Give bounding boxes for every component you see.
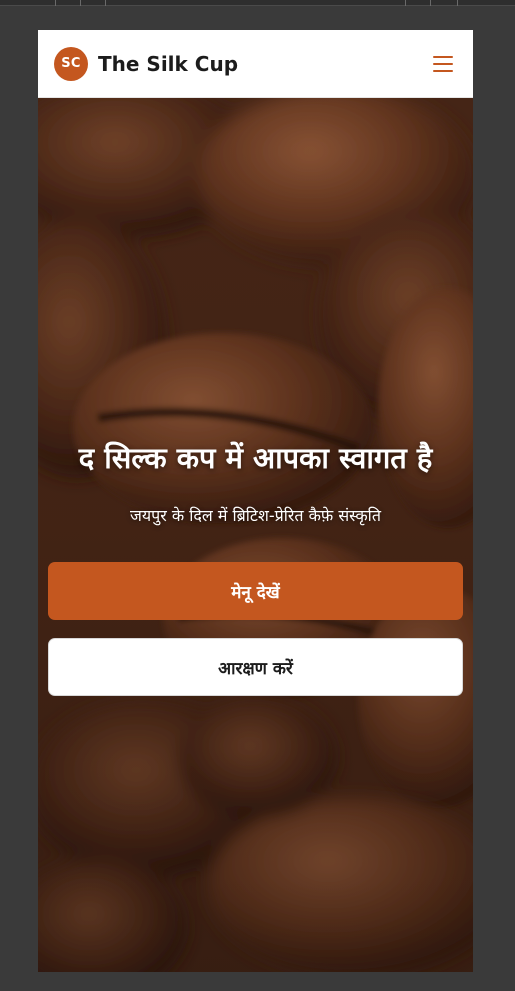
hero-title: द सिल्क कप में आपका स्वागत है <box>78 441 433 475</box>
brand-name[interactable]: The Silk Cup <box>98 52 238 76</box>
hamburger-menu-icon[interactable] <box>433 55 455 73</box>
mobile-viewport: SC The Silk Cup द सिल्क कप में आपका स्वा… <box>38 30 473 972</box>
editor-ruler <box>0 0 515 6</box>
make-reservation-button[interactable]: आरक्षण करें <box>48 638 463 696</box>
logo-badge[interactable]: SC <box>54 46 88 81</box>
hero-content: द सिल्क कप में आपका स्वागत है जयपुर के द… <box>38 98 473 972</box>
hero-subtitle: जयपुर के दिल में ब्रिटिश-प्रेरित कैफ़े स… <box>130 506 381 525</box>
view-menu-button[interactable]: मेनू देखें <box>48 562 463 620</box>
hero-section: द सिल्क कप में आपका स्वागत है जयपुर के द… <box>38 98 473 972</box>
navbar: SC The Silk Cup <box>38 30 473 98</box>
